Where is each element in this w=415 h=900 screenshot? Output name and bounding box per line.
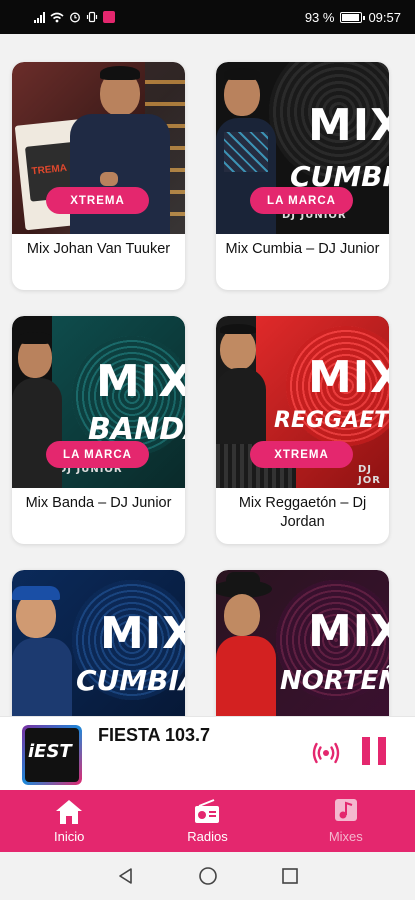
art-title: MIX — [100, 608, 185, 659]
app-notification-icon — [103, 11, 115, 23]
art-dj: DJ JOR — [358, 464, 381, 486]
home-icon — [56, 800, 83, 824]
nav-item-mixes[interactable]: Mixes — [277, 790, 415, 852]
mix-badge: XTREMA — [46, 187, 149, 214]
vibrate-icon — [86, 11, 98, 23]
mix-card[interactable]: MIX REGGAETON DJ JOR XTREMA Mix Reggaetó… — [216, 316, 389, 544]
mix-thumbnail: MIX NORTEÑO — [216, 570, 389, 716]
mix-thumbnail: MIX BANDA DJ JUNIOR LA MARCA — [12, 316, 185, 488]
nav-label: Radios — [187, 829, 228, 844]
signal-icon — [34, 11, 45, 23]
system-navigation-bar — [0, 852, 415, 900]
mix-grid: TREMA XTREMA Mix Johan Van Tuuker MIX CU… — [0, 34, 415, 716]
clock: 09:57 — [368, 9, 401, 25]
alarm-icon — [70, 12, 80, 23]
art-title: MIX — [308, 606, 389, 657]
station-logo: iEST — [22, 725, 82, 785]
mix-card[interactable]: MIX CUMBIA — [12, 570, 185, 716]
mix-title: Mix Johan Van Tuuker — [26, 241, 171, 257]
mix-badge: XTREMA — [250, 441, 353, 468]
mix-thumbnail: MIX CUMBIA — [12, 570, 185, 716]
art-subtitle: CUMBIA — [76, 664, 185, 697]
mix-thumbnail: MIX CUMBIA DJ JUNIOR LA MARCA — [216, 62, 389, 234]
mix-title: Mix Banda – DJ Junior — [25, 495, 172, 511]
back-icon[interactable] — [116, 866, 136, 886]
radio-icon — [195, 799, 220, 823]
mix-title: Mix Cumbia – DJ Junior — [225, 241, 380, 257]
mix-thumbnail: TREMA XTREMA — [12, 62, 185, 234]
art-title: MIX — [308, 352, 389, 403]
mix-badge: LA MARCA — [250, 187, 353, 214]
status-bar: 93 % 09:57 — [0, 0, 415, 34]
mix-thumbnail: MIX REGGAETON DJ JOR XTREMA — [216, 316, 389, 488]
art-title: MIX — [96, 356, 185, 407]
mix-badge: LA MARCA — [46, 441, 149, 468]
station-logo-text: iEST — [28, 741, 72, 762]
music-note-icon — [334, 799, 357, 821]
nav-item-inicio[interactable]: Inicio — [0, 790, 138, 852]
nav-label: Mixes — [328, 829, 363, 844]
battery-percent: 93 % — [304, 9, 335, 25]
mix-title: Mix Reggaetón – Dj Jordan — [238, 495, 367, 530]
art-subtitle: NORTEÑO — [280, 666, 389, 696]
mini-player[interactable]: iEST FIESTA 103.7 — [0, 716, 415, 790]
nav-item-radios[interactable]: Radios — [138, 790, 276, 852]
nav-label: Inicio — [53, 829, 85, 844]
wifi-icon — [50, 12, 64, 22]
bottom-navigation: Inicio Radios Mixes — [0, 790, 415, 852]
station-name: FIESTA 103.7 — [98, 725, 211, 745]
art-title: MIX — [308, 100, 389, 151]
art-subtitle: REGGAETON — [274, 408, 389, 433]
recents-icon[interactable] — [280, 866, 300, 886]
mix-card[interactable]: MIX CUMBIA DJ JUNIOR LA MARCA Mix Cumbia… — [216, 62, 389, 290]
battery-icon — [340, 11, 366, 23]
mix-card[interactable]: TREMA XTREMA Mix Johan Van Tuuker — [12, 62, 185, 290]
home-button-icon[interactable] — [198, 866, 218, 886]
mix-card[interactable]: MIX NORTEÑO — [216, 570, 389, 716]
mix-card[interactable]: MIX BANDA DJ JUNIOR LA MARCA Mix Banda –… — [12, 316, 185, 544]
pause-icon[interactable] — [362, 737, 386, 765]
broadcast-icon[interactable] — [312, 741, 340, 765]
